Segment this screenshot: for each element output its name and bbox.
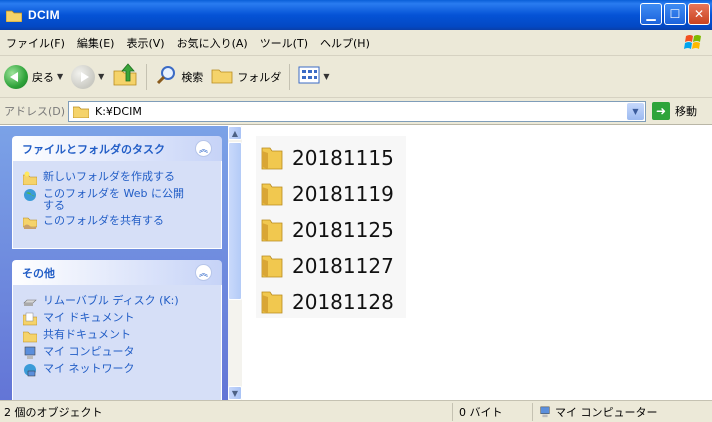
folder-item[interactable]: 20181115 — [256, 140, 406, 176]
file-folder-tasks-panel: ファイルとフォルダのタスク ︽ 新しいフォルダを作成する このフォルダを Web… — [12, 136, 222, 249]
status-location: マイ コンピューター — [532, 402, 712, 421]
panel-header[interactable]: その他 ︽ — [12, 260, 222, 285]
explorer-window: DCIM ▁ ☐ ✕ ファイル(F) 編集(E) 表示(V) お気に入り(A) … — [0, 0, 712, 422]
folder-name: 20181119 — [292, 182, 394, 206]
status-bar: 2 個のオブジェクト 0 バイト マイ コンピューター — [0, 400, 712, 422]
share-folder-icon — [22, 215, 38, 229]
task-new-folder[interactable]: 新しいフォルダを作成する — [22, 171, 211, 186]
folder-icon — [260, 181, 284, 207]
task-pane-scrollbar[interactable]: ▲ ▼ — [228, 126, 242, 400]
folder-item[interactable]: 20181128 — [256, 284, 406, 320]
task-share-folder[interactable]: このフォルダを共有する — [22, 215, 211, 229]
collapse-icon[interactable]: ︽ — [195, 264, 212, 281]
folder-icon — [5, 9, 23, 22]
maximize-button[interactable]: ☐ — [664, 3, 686, 25]
folder-icon — [260, 145, 284, 171]
views-icon — [298, 66, 320, 87]
forward-dropdown-icon[interactable]: ▼ — [98, 72, 104, 81]
folder-name: 20181128 — [292, 290, 394, 314]
folder-item[interactable]: 20181125 — [256, 212, 406, 248]
menu-view[interactable]: 表示(V) — [120, 35, 170, 51]
title-bar[interactable]: DCIM ▁ ☐ ✕ — [0, 0, 712, 30]
go-label: 移動 — [675, 105, 697, 118]
views-dropdown-icon[interactable]: ▼ — [323, 72, 329, 81]
toolbar: 戻る ▼ ▼ 検索 フォルダ ▼ — [0, 56, 712, 98]
go-arrow-icon: ➜ — [652, 102, 670, 120]
menu-bar: ファイル(F) 編集(E) 表示(V) お気に入り(A) ツール(T) ヘルプ(… — [0, 30, 712, 56]
menu-favorites[interactable]: お気に入り(A) — [171, 35, 254, 51]
search-button[interactable]: 検索 — [151, 60, 207, 94]
status-size: 0 バイト — [452, 402, 532, 421]
menu-tools[interactable]: ツール(T) — [254, 35, 314, 51]
menu-file[interactable]: ファイル(F) — [0, 35, 71, 51]
my-documents-icon — [22, 312, 38, 326]
address-dropdown-button[interactable]: ▼ — [627, 102, 644, 120]
back-dropdown-icon[interactable]: ▼ — [57, 72, 63, 81]
my-computer-icon — [539, 406, 551, 418]
removable-disk-icon — [23, 295, 37, 309]
up-folder-button[interactable] — [108, 60, 142, 94]
globe-icon — [23, 188, 37, 202]
place-my-documents[interactable]: マイ ドキュメント — [22, 312, 211, 326]
folders-label: フォルダ — [237, 70, 282, 84]
forward-button[interactable]: ▼ — [67, 60, 108, 94]
folder-item[interactable]: 20181127 — [256, 248, 406, 284]
forward-arrow-icon — [71, 64, 96, 89]
address-value: K:¥DCIM — [95, 104, 142, 118]
folders-button[interactable]: フォルダ — [207, 60, 285, 94]
close-button[interactable]: ✕ — [688, 3, 710, 25]
toolbar-separator — [289, 63, 291, 90]
back-button[interactable]: 戻る ▼ — [0, 60, 67, 94]
place-removable-disk[interactable]: リムーバブル ディスク (K:) — [23, 295, 211, 309]
address-input[interactable]: K:¥DCIM ▼ — [68, 100, 646, 122]
scroll-down-icon[interactable]: ▼ — [228, 386, 242, 400]
folder-item[interactable]: 20181119 — [256, 176, 406, 212]
go-button[interactable]: ➜ 移動 — [652, 102, 697, 120]
address-label: アドレス(D) — [4, 105, 66, 118]
window-title: DCIM — [28, 8, 60, 22]
back-arrow-icon — [4, 64, 28, 89]
back-label: 戻る — [32, 70, 54, 84]
panel-header[interactable]: ファイルとフォルダのタスク ︽ — [12, 136, 222, 161]
place-shared-documents[interactable]: 共有ドキュメント — [22, 329, 211, 343]
minimize-icon: ▁ — [646, 7, 656, 21]
address-bar: アドレス(D) K:¥DCIM ▼ ➜ 移動 — [0, 98, 712, 125]
toolbar-separator — [146, 63, 148, 90]
scroll-thumb[interactable] — [228, 142, 242, 300]
new-folder-icon — [22, 171, 38, 186]
folder-icon — [260, 289, 284, 315]
folder-name: 20181115 — [292, 146, 394, 170]
menu-help[interactable]: ヘルプ(H) — [314, 35, 376, 51]
status-object-count: 2 個のオブジェクト — [4, 405, 103, 419]
place-my-computer[interactable]: マイ コンピュータ — [23, 346, 211, 360]
other-places-panel: その他 ︽ リムーバブル ディスク (K:) マイ ドキュメント 共有ドキュメン… — [12, 260, 222, 400]
folder-icon — [260, 253, 284, 279]
minimize-button[interactable]: ▁ — [640, 3, 662, 25]
collapse-icon[interactable]: ︽ — [195, 140, 212, 157]
file-list-area[interactable]: 20181115 20181119 20181125 20181127 2018… — [242, 126, 712, 400]
scroll-up-icon[interactable]: ▲ — [228, 126, 242, 140]
views-button[interactable]: ▼ — [294, 60, 333, 94]
menu-edit[interactable]: 編集(E) — [71, 35, 121, 51]
folder-name: 20181125 — [292, 218, 394, 242]
folder-icon — [260, 217, 284, 243]
task-publish-web[interactable]: このフォルダを Web に公開 する — [23, 188, 211, 212]
my-network-icon — [23, 363, 37, 377]
panel-title: その他 — [22, 266, 55, 280]
place-my-network[interactable]: マイ ネットワーク — [23, 363, 211, 377]
up-folder-icon — [112, 63, 138, 90]
search-icon — [155, 64, 177, 89]
folders-icon — [211, 65, 233, 88]
panel-title: ファイルとフォルダのタスク — [22, 142, 165, 156]
folder-list: 20181115 20181119 20181125 20181127 2018… — [256, 136, 406, 318]
shared-documents-icon — [22, 329, 38, 343]
drive-folder-icon — [73, 105, 89, 118]
my-computer-icon — [23, 346, 37, 360]
folder-name: 20181127 — [292, 254, 394, 278]
search-label: 検索 — [181, 70, 204, 84]
task-pane: ファイルとフォルダのタスク ︽ 新しいフォルダを作成する このフォルダを Web… — [0, 126, 228, 400]
maximize-icon: ☐ — [669, 7, 681, 21]
close-icon: ✕ — [693, 7, 705, 21]
windows-logo-icon — [678, 33, 708, 53]
